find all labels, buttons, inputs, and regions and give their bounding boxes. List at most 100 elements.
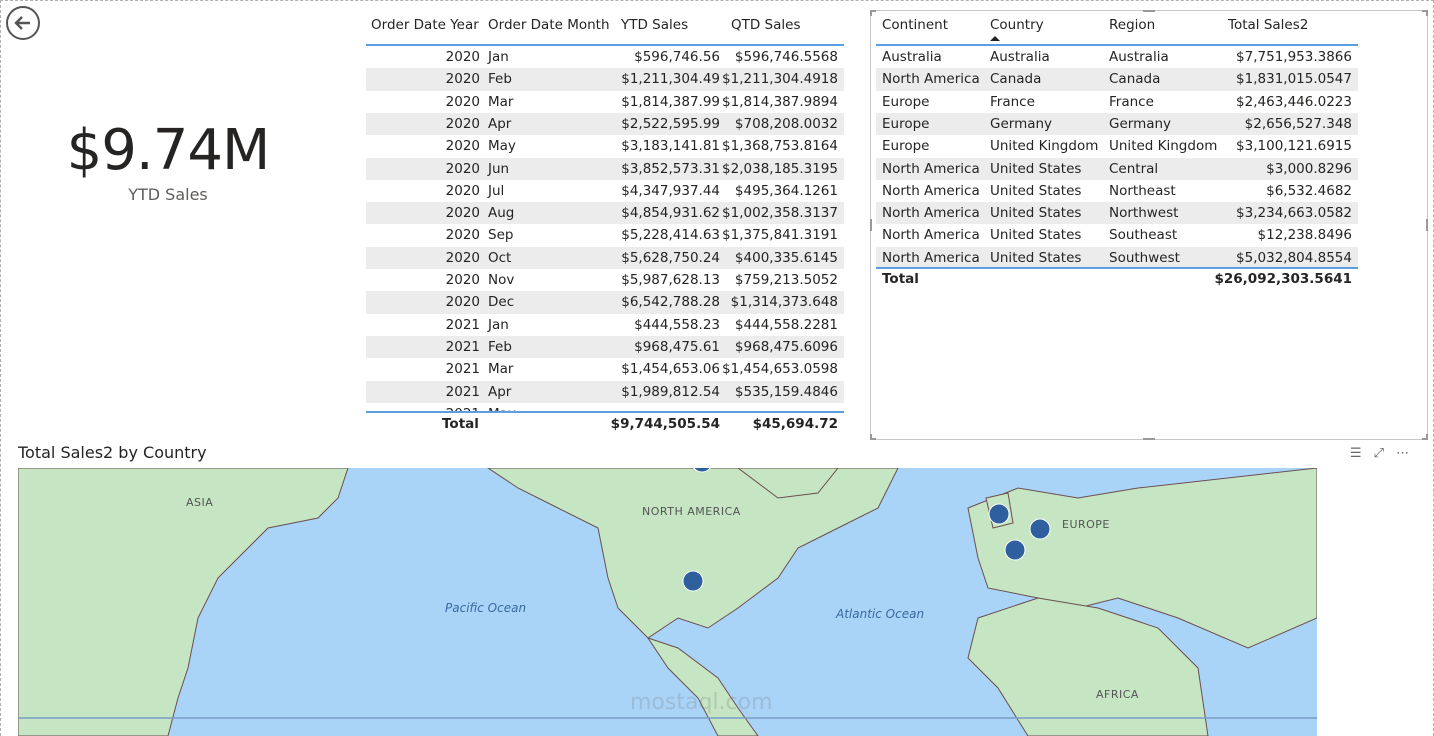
cell-qtd: $495,364.1261 xyxy=(734,182,838,199)
table-row[interactable]: 2020 Apr $2,522,595.99 $708,208.0032 xyxy=(366,112,844,136)
table-row[interactable]: 2020 Jan $596,746.56 $596,746.5568 xyxy=(366,46,844,68)
cell-year: 2020 xyxy=(445,249,480,266)
table-row[interactable]: 2020 Jun $3,852,573.31 $2,038,185.3195 xyxy=(366,157,844,180)
table-row[interactable]: 2020 Sep $5,228,414.63 $1,375,841.3191 xyxy=(366,224,844,246)
visual-header: ☰ ⤢ ⋯ xyxy=(1350,446,1409,461)
cell-qtd: $1,211,304.4918 xyxy=(722,71,838,88)
cell-region: Southwest xyxy=(1109,249,1180,266)
cell-year: 2020 xyxy=(445,138,480,155)
table-row[interactable]: North America United States Southwest $5,03… xyxy=(876,246,1358,269)
map-visual[interactable]: ASIA NORTH AMERICA EUROPE AFRICA Pacific… xyxy=(18,468,1317,736)
cell-region: Australia xyxy=(1109,49,1169,65)
cell-ytd: $596,746.56 xyxy=(634,49,720,65)
cell-month: Mar xyxy=(488,93,514,110)
bubble-germany[interactable] xyxy=(1029,518,1051,540)
cell-qtd: $1,814,387.9894 xyxy=(722,93,838,110)
bubble-france[interactable] xyxy=(1004,539,1026,561)
cell-total-sales2: $2,656,527.348 xyxy=(1244,115,1352,132)
cell-qtd: $1,002,358.3137 xyxy=(722,205,838,222)
cell-continent: North America xyxy=(882,160,980,177)
table-row[interactable]: 2020 Nov $5,987,628.13 $759,213.5052 xyxy=(366,269,844,291)
cell-ytd: $1,454,653.06 xyxy=(621,361,720,378)
bubble-united-states[interactable] xyxy=(682,570,704,592)
land-africa xyxy=(967,597,1209,736)
cell-month: Mar xyxy=(488,361,514,378)
table-row[interactable]: 2020 Jul $4,347,937.44 $495,364.1261 xyxy=(366,180,844,202)
table-row[interactable]: 2021 Feb $968,475.61 $968,475.6096 xyxy=(366,335,844,359)
cell-month: Feb xyxy=(488,338,512,355)
table-row[interactable]: North America United States Southeast $12,2… xyxy=(876,224,1358,246)
cell-region: France xyxy=(1109,93,1154,110)
table-row[interactable]: 2020 Mar $1,814,387.99 $1,814,387.9894 xyxy=(366,91,844,113)
table-row[interactable]: 2021 Apr $1,989,812.54 $535,159.4846 xyxy=(366,380,844,403)
cell-country: Germany xyxy=(990,115,1053,132)
table-row[interactable]: North America Canada Canada $1,831,015.0547 xyxy=(876,68,1358,91)
more-options-icon[interactable]: ⋯ xyxy=(1396,446,1409,461)
cell-continent: North America xyxy=(882,249,980,266)
back-button[interactable] xyxy=(6,6,40,40)
cell-month: Dec xyxy=(488,294,515,311)
filter-icon[interactable]: ☰ xyxy=(1350,446,1362,461)
cell-continent: North America xyxy=(882,205,980,222)
table-body[interactable]: Australia Australia Australia $7,751,953.38… xyxy=(876,46,1358,269)
cell-ytd: $3,852,573.31 xyxy=(621,160,720,177)
cell-country: United States xyxy=(990,205,1082,222)
cell-country: Canada xyxy=(990,71,1042,88)
cell-total-sales2: $5,032,804.8554 xyxy=(1236,249,1352,266)
cell-month: Jan xyxy=(488,49,509,65)
cell-ytd: $1,211,304.49 xyxy=(621,71,720,88)
cell-country: United States xyxy=(990,182,1082,199)
cell-total-sales2: $3,000.8296 xyxy=(1266,160,1352,177)
cell-region: Northeast xyxy=(1109,182,1176,199)
cell-month: Aug xyxy=(488,205,515,222)
table-body[interactable]: 2020 Jan $596,746.56 $596,746.5568 2020 Feb $1… xyxy=(366,46,844,411)
arrow-left-icon xyxy=(14,16,30,30)
cell-qtd: $1,368,753.8164 xyxy=(722,138,838,155)
table-row[interactable]: 2020 May $3,183,141.81 $1,368,753.8164 xyxy=(366,135,844,157)
table-row[interactable]: Australia Australia Australia $7,751,953.38… xyxy=(876,46,1358,68)
cell-year: 2021 xyxy=(445,383,480,400)
cell-month: Oct xyxy=(488,249,512,266)
table-row[interactable]: North America United States Northwest $3,23… xyxy=(876,202,1358,225)
cell-year: 2021 xyxy=(445,338,480,355)
cell-year: 2021 xyxy=(446,403,480,411)
cell-country: United Kingdom xyxy=(990,138,1099,155)
table-row[interactable]: North America United States Central $3,000.… xyxy=(876,157,1358,180)
cell-ytd: $1,814,387.99 xyxy=(621,93,720,110)
table-row[interactable]: 2021 May xyxy=(366,403,844,411)
focus-mode-icon[interactable]: ⤢ xyxy=(1374,446,1384,461)
cell-continent: North America xyxy=(882,227,980,244)
region-sales-table[interactable]: Continent Country Region Total Sales2 Au… xyxy=(876,10,1358,300)
cell-total-sales2: $3,100,121.6915 xyxy=(1236,138,1352,155)
cell-region: United Kingdom xyxy=(1109,138,1218,155)
cell-region: Germany xyxy=(1109,115,1172,132)
table-row[interactable]: 2020 Dec $6,542,788.28 $1,314,373.648 xyxy=(366,291,844,314)
cell-total-sales2: $6,532.4682 xyxy=(1266,182,1352,199)
ytd-qtd-table[interactable]: Order Date Year Order Date Month YTD Sal… xyxy=(366,10,844,440)
cell-ytd: $1,989,812.54 xyxy=(621,383,720,400)
cell-year: 2020 xyxy=(445,294,480,311)
cell-year: 2021 xyxy=(445,361,480,378)
table-row[interactable]: North America United States Northeast $6,53… xyxy=(876,180,1358,202)
cell-ytd: $4,854,931.62 xyxy=(621,205,720,222)
table-row[interactable]: 2020 Oct $5,628,750.24 $400,335.6145 xyxy=(366,246,844,269)
cell-qtd: $1,454,653.0598 xyxy=(722,361,838,378)
cell-month: Nov xyxy=(488,272,515,288)
table-row[interactable]: 2020 Feb $1,211,304.49 $1,211,304.4918 xyxy=(366,68,844,91)
table-row[interactable]: 2020 Aug $4,854,931.62 $1,002,358.3137 xyxy=(366,202,844,225)
label-africa: AFRICA xyxy=(1096,688,1139,701)
label-north-america: NORTH AMERICA xyxy=(642,505,741,518)
table-row[interactable]: Europe Germany Germany $2,656,527.348 xyxy=(876,112,1358,136)
cell-ytd: $444,558.23 xyxy=(634,316,720,333)
table-row[interactable]: 2021 Mar $1,454,653.06 $1,454,653.0598 xyxy=(366,358,844,380)
cell-month: Jan xyxy=(488,316,509,333)
bubble-united-kingdom[interactable] xyxy=(988,503,1010,525)
table-row[interactable]: 2021 Jan $444,558.23 $444,558.2281 xyxy=(366,314,844,336)
table-row[interactable]: Europe France France $2,463,446.0223 xyxy=(876,91,1358,113)
cell-year: 2020 xyxy=(445,71,480,88)
cell-country: United States xyxy=(990,249,1082,266)
table-row[interactable]: Europe United Kingdom United Kingdom $3,100… xyxy=(876,135,1358,157)
cell-ytd: $5,228,414.63 xyxy=(621,227,720,244)
cell-month: Jul xyxy=(488,182,505,199)
cell-month: Feb xyxy=(488,71,512,88)
